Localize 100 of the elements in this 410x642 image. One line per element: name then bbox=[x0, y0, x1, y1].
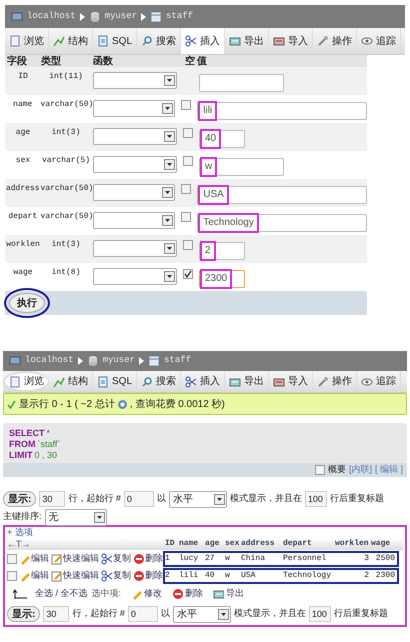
column-header[interactable]: age bbox=[205, 538, 225, 550]
column-header[interactable]: name bbox=[179, 538, 205, 550]
function-dropdown[interactable] bbox=[93, 268, 177, 285]
delete-icon bbox=[172, 588, 184, 600]
column-header[interactable]: address bbox=[241, 538, 283, 550]
start-row-field[interactable]: 0 bbox=[128, 606, 158, 622]
value-text: Technology bbox=[198, 213, 259, 233]
column-header[interactable]: depart bbox=[283, 538, 335, 550]
checkbox[interactable] bbox=[7, 570, 17, 580]
column-header[interactable]: ID bbox=[165, 538, 179, 550]
field-type: int(3) bbox=[50, 127, 82, 139]
tab[interactable]: SQL bbox=[93, 28, 138, 54]
table-cell-text: Personnel bbox=[283, 552, 328, 564]
field-type: int(3) bbox=[50, 239, 82, 251]
row-action-link[interactable]: 快速编辑 bbox=[51, 552, 99, 566]
tab[interactable]: 搜索 bbox=[137, 371, 182, 392]
tab[interactable]: 操作 bbox=[313, 28, 358, 54]
function-dropdown[interactable] bbox=[92, 212, 176, 229]
start-row-field[interactable]: 0 bbox=[124, 491, 154, 507]
row-action-link[interactable]: 复制 bbox=[101, 552, 131, 566]
checkbox[interactable] bbox=[181, 100, 192, 110]
database-icon bbox=[88, 10, 101, 22]
checkbox[interactable] bbox=[183, 128, 193, 138]
checkbox[interactable] bbox=[181, 184, 192, 194]
sql-text: 0 , 30 bbox=[34, 450, 58, 461]
column-header[interactable]: sex bbox=[225, 538, 241, 550]
row-action-link[interactable]: 删除 bbox=[133, 568, 163, 582]
field-type: int(8) bbox=[50, 267, 82, 279]
tab[interactable]: 插入 bbox=[181, 28, 226, 54]
tab[interactable]: 导出 bbox=[225, 371, 270, 392]
tab[interactable]: 导入 bbox=[269, 371, 314, 392]
label-text: 行，起始行 # bbox=[72, 607, 125, 620]
repeat-field[interactable]: 100 bbox=[308, 606, 331, 622]
value-text: 40 bbox=[200, 129, 222, 149]
tab[interactable]: 插入 bbox=[181, 371, 226, 392]
table-cell-text: USA bbox=[241, 570, 256, 582]
document-icon bbox=[97, 376, 109, 388]
row-action-link[interactable]: 快速编辑 bbox=[51, 568, 99, 582]
column-header[interactable]: worklen bbox=[335, 538, 371, 550]
row-action-link[interactable]: 删除 bbox=[133, 552, 163, 566]
value-field[interactable]: Technology bbox=[197, 214, 367, 232]
function-dropdown[interactable] bbox=[93, 240, 177, 257]
checkbox[interactable] bbox=[183, 240, 193, 250]
show-button[interactable]: 显示: bbox=[3, 491, 36, 507]
tab[interactable]: 导入 bbox=[269, 28, 314, 54]
tab[interactable]: 导出 bbox=[225, 28, 270, 54]
tab[interactable]: 追踪 bbox=[357, 371, 402, 392]
row-action-link[interactable]: 复制 bbox=[101, 568, 131, 582]
function-dropdown[interactable] bbox=[92, 184, 176, 201]
eye-icon bbox=[361, 376, 374, 388]
value-field[interactable] bbox=[199, 74, 284, 92]
checkbox[interactable] bbox=[183, 156, 193, 166]
bulk-action-link[interactable]: 导出 bbox=[213, 587, 244, 601]
column-header[interactable]: wage bbox=[371, 538, 397, 550]
table-icon bbox=[150, 10, 162, 22]
checkbox[interactable] bbox=[7, 554, 17, 564]
table-cell-text: 40 bbox=[205, 570, 216, 582]
select-all-link[interactable]: 全选 / 全不选 bbox=[35, 587, 88, 601]
mode-dropdown[interactable]: 水平 bbox=[172, 606, 231, 622]
checkbox[interactable] bbox=[183, 269, 193, 279]
checkbox[interactable] bbox=[314, 465, 325, 475]
sort-dropdown[interactable]: 无 bbox=[44, 508, 107, 526]
tab[interactable]: 追踪 bbox=[357, 28, 402, 54]
tab[interactable]: 结构 bbox=[49, 28, 93, 54]
rows-field[interactable]: 30 bbox=[39, 491, 66, 507]
row-action-link[interactable]: 编辑 bbox=[19, 552, 49, 566]
field-name: depart bbox=[7, 211, 38, 223]
function-dropdown[interactable] bbox=[93, 156, 177, 173]
note-icon bbox=[51, 570, 62, 582]
tab[interactable]: 浏览 bbox=[5, 28, 49, 54]
tab[interactable]: 操作 bbox=[313, 371, 358, 392]
label-text: 以 bbox=[160, 607, 170, 620]
options-link[interactable]: + 选项 bbox=[7, 527, 403, 538]
function-dropdown[interactable] bbox=[92, 100, 176, 117]
function-dropdown[interactable] bbox=[93, 128, 177, 145]
chart-icon bbox=[53, 376, 65, 388]
function-dropdown[interactable] bbox=[93, 72, 177, 89]
field-name: name bbox=[12, 99, 34, 111]
value-field[interactable]: w bbox=[199, 158, 284, 176]
value-field[interactable]: 40 bbox=[199, 130, 245, 148]
bulk-action-link[interactable]: 修改 bbox=[131, 587, 162, 601]
export-icon bbox=[229, 35, 242, 47]
tab[interactable]: SQL bbox=[93, 371, 138, 392]
tab[interactable]: 浏览 bbox=[3, 371, 49, 392]
rows-field[interactable]: 30 bbox=[43, 606, 70, 622]
bulk-action-link[interactable]: 删除 bbox=[172, 587, 204, 601]
tab[interactable]: 结构 bbox=[49, 371, 93, 392]
repeat-field[interactable]: 100 bbox=[304, 491, 327, 507]
success-message: 显示行 0 - 1 ( ~2 总计 bbox=[19, 398, 115, 412]
value-field[interactable]: USA bbox=[197, 186, 367, 204]
show-button[interactable]: 显示: bbox=[7, 606, 40, 622]
value-field[interactable]: lili bbox=[197, 102, 367, 120]
value-field[interactable]: 2300 bbox=[199, 270, 245, 288]
value-field[interactable]: 2 bbox=[199, 242, 245, 260]
checkbox[interactable] bbox=[181, 212, 192, 222]
table-cell-text: 2 bbox=[165, 570, 171, 582]
row-action-link[interactable]: 编辑 bbox=[19, 568, 49, 582]
mode-dropdown[interactable]: 水平 bbox=[168, 490, 227, 508]
sql-keyword: FROM bbox=[9, 439, 36, 450]
column-arrows[interactable]: ←T→ bbox=[7, 538, 30, 548]
